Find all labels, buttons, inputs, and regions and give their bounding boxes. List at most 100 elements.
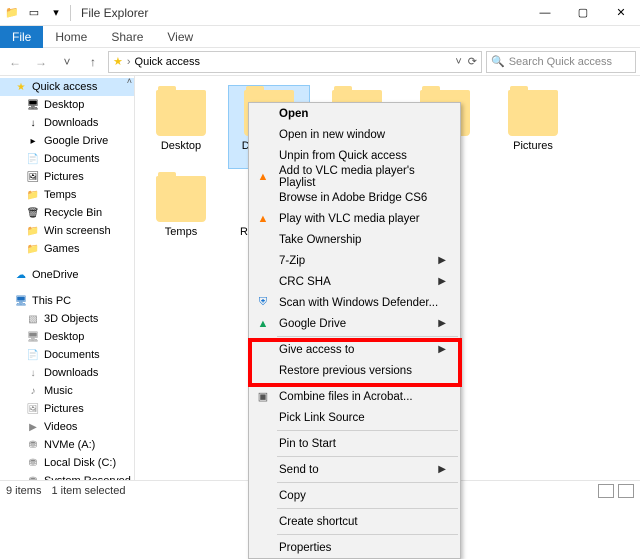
sidebar-item[interactable]: 📁 Win screensh [0,222,134,240]
tab-home[interactable]: Home [43,26,99,48]
tab-file[interactable]: File [0,26,43,48]
sidebar-item[interactable]: 🖼Pictures [0,400,134,418]
sidebar-item[interactable]: ⛃NVMe (A:) [0,436,134,454]
sidebar-item[interactable]: 📄Documents [0,150,134,168]
search-input[interactable]: 🔍 Search Quick access [486,51,636,73]
menu-separator [277,456,458,457]
sidebar-item[interactable]: ▶Videos [0,418,134,436]
sidebar-item-label: Games [44,243,79,255]
chevron-down-icon[interactable]: ˅ [455,56,461,68]
sidebar-item-label: System Reserved [44,475,131,480]
file-item[interactable]: Pictures [493,86,573,168]
view-details-button[interactable] [598,484,614,498]
menu-item-label: Pick Link Source [279,412,365,424]
view-large-button[interactable] [618,484,634,498]
file-label: Pictures [513,140,553,152]
sidebar-item-label: Videos [44,421,77,433]
close-button[interactable]: ✕ [602,0,640,26]
context-menu-item[interactable]: Open [249,103,460,124]
context-menu-item[interactable]: 7-Zip▶ [249,250,460,271]
menu-separator [277,336,458,337]
sidebar-item-label: Documents [44,349,100,361]
sidebar-item[interactable]: ▸Google Drive [0,132,134,150]
tab-view[interactable]: View [155,26,205,48]
nav-up-button[interactable]: ↑ [82,51,104,73]
refresh-button[interactable]: ⟳ [468,55,477,68]
context-menu-item[interactable]: Copy [249,485,460,506]
sidebar-item[interactable]: 🖥Desktop [0,96,134,114]
minimize-button[interactable]: — [526,0,564,26]
sidebar-item-label: Downloads [44,367,98,379]
divider [70,5,71,21]
chevron-right-icon: ▶ [438,464,446,475]
context-menu-item[interactable]: Send to▶ [249,459,460,480]
sidebar-item[interactable]: ↓Downloads [0,364,134,382]
item-icon: 📄 [26,348,40,362]
sidebar-item[interactable]: 📁Temps [0,186,134,204]
sidebar-item[interactable]: ⛃Local Disk (C:) [0,454,134,472]
sidebar-item[interactable]: 🖥Desktop [0,328,134,346]
sidebar-item-label: Downloads [44,117,98,129]
context-menu-item[interactable]: ▲Add to VLC media player's Playlist [249,166,460,187]
sidebar-item-label: Win screensh [44,225,111,237]
context-menu-item[interactable]: Restore previous versions [249,360,460,381]
context-menu-item[interactable]: Unpin from Quick access [249,145,460,166]
nav-recent-button[interactable]: ˅ [56,51,78,73]
file-item[interactable]: Temps [141,172,221,254]
context-menu-item[interactable]: CRC SHA▶ [249,271,460,292]
context-menu-item[interactable]: Properties [249,537,460,558]
context-menu-item[interactable]: ▲Google Drive▶ [249,313,460,334]
folder-icon [508,90,558,136]
context-menu-item[interactable]: Give access to▶ [249,339,460,360]
item-icon: 📄 [26,152,40,166]
context-menu-item[interactable]: ▣Combine files in Acrobat... [249,386,460,407]
address-bar-row: ← → ˅ ↑ ★ › Quick access ˅ ⟳ 🔍 Search Qu… [0,48,640,76]
menu-separator [277,508,458,509]
sidebar-this-pc[interactable]: 🖥 This PC [0,292,134,310]
item-icon: 📁 [26,224,40,238]
search-icon: 🔍 [491,55,505,68]
folder-icon: 📁 [4,5,20,21]
context-menu-item[interactable]: ⛨Scan with Windows Defender... [249,292,460,313]
checkbox-icon[interactable]: ▭ [26,5,42,21]
sidebar-item[interactable]: ♪Music [0,382,134,400]
tab-share[interactable]: Share [99,26,155,48]
item-icon: ↓ [26,116,40,130]
sidebar-quick-access[interactable]: ★ Quick access [0,78,134,96]
sidebar-item[interactable]: 🖼Pictures [0,168,134,186]
sidebar-item-label: Pictures [44,403,84,415]
sidebar-item[interactable]: 📁Games [0,240,134,258]
sidebar-item-label: Google Drive [44,135,108,147]
context-menu-item[interactable]: Browse in Adobe Bridge CS6 [249,187,460,208]
navigation-pane: ˄ ★ Quick access 🖥Desktop ↓ Downloads ▸Goog… [0,76,135,480]
cloud-icon: ☁ [14,268,28,282]
menu-item-label: Open in new window [279,129,385,141]
context-menu-item[interactable]: Pick Link Source [249,407,460,428]
chevron-right-icon: ▶ [438,318,446,329]
nav-back-button[interactable]: ← [4,51,26,73]
file-item[interactable]: Desktop [141,86,221,168]
breadcrumb[interactable]: ★ › Quick access ˅ ⟳ [108,51,482,73]
context-menu-item[interactable]: ▲Play with VLC media player [249,208,460,229]
context-menu-item[interactable]: Pin to Start [249,433,460,454]
pc-icon: 🖥 [14,294,28,308]
sidebar-item[interactable]: ⛃System Reserved [0,472,134,480]
context-menu-item[interactable]: Take Ownership [249,229,460,250]
sidebar-item[interactable]: 📄 Documents [0,346,134,364]
chevron-up-icon[interactable]: ˄ [127,76,132,86]
sidebar-item-label: NVMe (A:) [44,439,95,451]
star-icon: ★ [14,80,28,94]
qat-dropdown-icon[interactable]: ▾ [48,5,64,21]
menu-separator [277,430,458,431]
context-menu-item[interactable]: Open in new window [249,124,460,145]
maximize-button[interactable]: ▢ [564,0,602,26]
menu-item-label: Google Drive [279,318,346,330]
sidebar-onedrive[interactable]: ☁ OneDrive [0,266,134,284]
sidebar-item[interactable]: 🗑Recycle Bin [0,204,134,222]
nav-forward-button[interactable]: → [30,51,52,73]
status-selected-count: 1 item selected [51,485,125,497]
context-menu-item[interactable]: Create shortcut [249,511,460,532]
sidebar-item[interactable]: ▧3D Objects [0,310,134,328]
sidebar-item-label: Pictures [44,171,84,183]
sidebar-item[interactable]: ↓ Downloads [0,114,134,132]
